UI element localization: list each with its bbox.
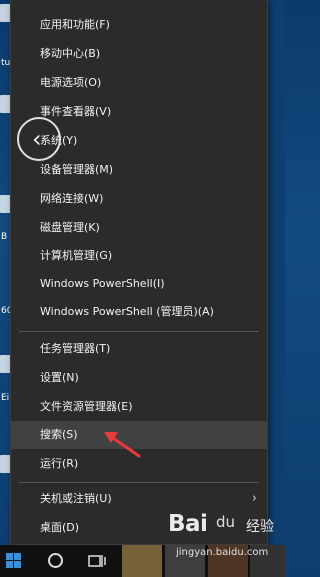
- watermark-logo: Bai: [168, 511, 208, 537]
- menu-item-settings[interactable]: 设置(N): [11, 364, 267, 392]
- menu-item-label: 文件资源管理器(E): [40, 400, 133, 413]
- menu-item-label: 网络连接(W): [40, 192, 104, 205]
- menu-item-label: 关机或注销(U): [40, 492, 112, 505]
- menu-item-label: 事件查看器(V): [40, 105, 112, 118]
- menu-item-label: 计算机管理(G): [40, 249, 113, 262]
- task-view-icon[interactable]: [88, 553, 106, 569]
- menu-item-file-explorer[interactable]: 文件资源管理器(E): [11, 393, 267, 421]
- watermark-paw: du: [216, 513, 236, 531]
- menu-item-apps-features[interactable]: 应用和功能(F): [11, 11, 267, 39]
- desktop-icon-label: Ei: [1, 393, 10, 403]
- menu-item-power-options[interactable]: 电源选项(O): [11, 69, 267, 97]
- winx-context-menu: 应用和功能(F) 移动中心(B) 电源选项(O) 事件查看器(V) 系统(Y) …: [10, 0, 268, 545]
- taskbar-app[interactable]: [122, 545, 162, 577]
- watermark-url: jingyan.baidu.com: [176, 547, 269, 558]
- menu-item-task-manager[interactable]: 任务管理器(T): [11, 335, 267, 363]
- back-button[interactable]: ‹: [17, 117, 61, 161]
- menu-item-label: 电源选项(O): [40, 76, 102, 89]
- menu-item-computer-management[interactable]: 计算机管理(G): [11, 242, 267, 270]
- menu-item-disk-management[interactable]: 磁盘管理(K): [11, 214, 267, 242]
- menu-item-powershell-admin[interactable]: Windows PowerShell (管理员)(A): [11, 298, 267, 326]
- menu-item-label: 任务管理器(T): [40, 342, 111, 355]
- menu-item-label: 设备管理器(M): [40, 163, 114, 176]
- menu-item-label: Windows PowerShell (管理员)(A): [40, 305, 214, 318]
- chevron-left-icon: ‹: [32, 125, 42, 153]
- windows-logo-icon[interactable]: [6, 553, 22, 569]
- menu-separator: [19, 331, 259, 332]
- menu-item-powershell[interactable]: Windows PowerShell(I): [11, 270, 267, 298]
- watermark-brand: 经验: [246, 519, 274, 535]
- menu-item-label: 应用和功能(F): [40, 18, 110, 31]
- menu-item-device-manager[interactable]: 设备管理器(M): [11, 156, 267, 184]
- menu-item-label: 运行(R): [40, 457, 79, 470]
- menu-item-mobility-center[interactable]: 移动中心(B): [11, 40, 267, 68]
- menu-item-network-connections[interactable]: 网络连接(W): [11, 185, 267, 213]
- menu-item-label: 设置(N): [40, 371, 79, 384]
- menu-item-label: 搜索(S): [40, 428, 78, 441]
- menu-item-label: 磁盘管理(K): [40, 221, 100, 234]
- menu-item-label: Windows PowerShell(I): [40, 277, 165, 290]
- circle-search-icon[interactable]: [48, 553, 63, 568]
- annotation-arrow-icon: [104, 432, 141, 458]
- menu-separator: [19, 482, 259, 483]
- baidu-watermark: Bai du 经验 jingyan.baidu.com: [168, 503, 284, 573]
- menu-item-label: 桌面(D): [40, 521, 80, 534]
- desktop-icon-label: tu: [1, 58, 11, 68]
- desktop-icon-label: B: [1, 232, 8, 242]
- menu-item-label: 移动中心(B): [40, 47, 101, 60]
- desktop-right-edge: [268, 0, 285, 545]
